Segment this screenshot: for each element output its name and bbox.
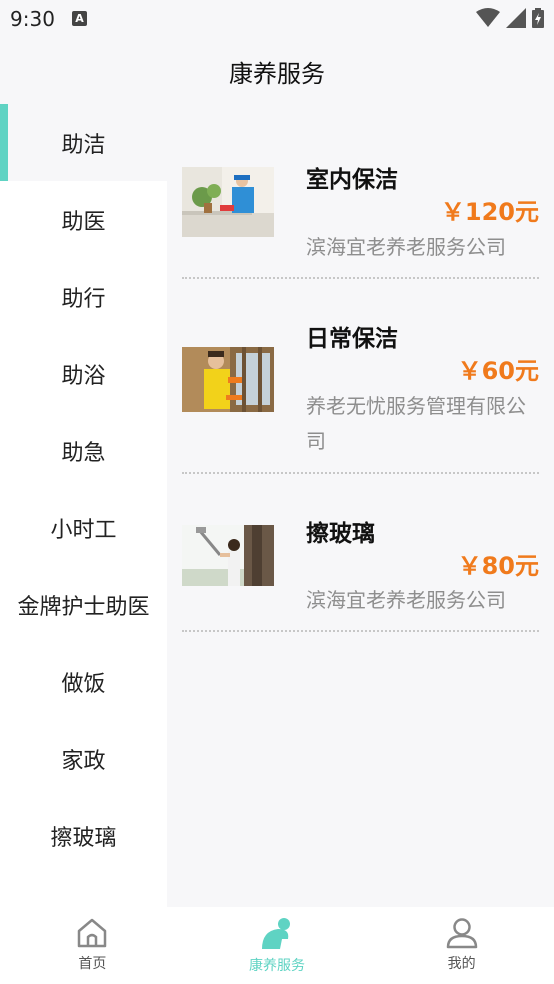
sidebar-item-label: 助浴 bbox=[61, 363, 106, 389]
bottom-tab-bar: 首页 康养服务 我的 bbox=[0, 907, 554, 984]
tab-service-label: 康养服务 bbox=[249, 958, 305, 974]
sidebar-item-window-cleaning[interactable]: 擦玻璃 bbox=[0, 797, 167, 874]
sidebar-item-zhujie[interactable]: 助洁 bbox=[0, 104, 167, 181]
sidebar-item-zhuyu[interactable]: 助浴 bbox=[0, 335, 167, 412]
sidebar-item-zhuji[interactable]: 助急 bbox=[0, 412, 167, 489]
notification-icon: A bbox=[72, 11, 87, 26]
tab-mine[interactable]: 我的 bbox=[369, 907, 554, 984]
status-bar: 9:30 A bbox=[0, 0, 554, 38]
status-time: 9:30 bbox=[10, 7, 55, 31]
service-price: ￥80元 bbox=[457, 552, 539, 580]
tab-home[interactable]: 首页 bbox=[0, 907, 185, 984]
home-icon bbox=[78, 918, 107, 948]
tab-home-label: 首页 bbox=[78, 956, 107, 972]
sidebar-item-label: 助洁 bbox=[61, 132, 106, 158]
service-thumbnail bbox=[182, 525, 274, 586]
sidebar-item-gold-nurse[interactable]: 金牌护士助医 bbox=[0, 566, 167, 643]
service-title: 日常保洁 bbox=[306, 326, 398, 352]
wifi-icon bbox=[476, 8, 500, 27]
status-icons bbox=[476, 8, 544, 28]
page-title: 康养服务 bbox=[229, 59, 325, 88]
service-price: ￥60元 bbox=[457, 357, 539, 385]
service-card[interactable]: 室内保洁 ￥120元 滨海宜老养老服务公司 bbox=[182, 156, 539, 279]
service-price: ￥120元 bbox=[440, 198, 539, 226]
sidebar-item-cooking[interactable]: 做饭 bbox=[0, 643, 167, 720]
sidebar-item-label: 助行 bbox=[61, 286, 106, 312]
service-list: 室内保洁 ￥120元 滨海宜老养老服务公司 日常保洁 ￥60元 养老无忧服务管理… bbox=[167, 104, 554, 907]
sidebar-item-hourly-worker[interactable]: 小时工 bbox=[0, 489, 167, 566]
service-icon bbox=[262, 918, 290, 949]
service-card[interactable]: 擦玻璃 ￥80元 滨海宜老养老服务公司 bbox=[182, 474, 539, 632]
sidebar-item-label: 小时工 bbox=[50, 517, 117, 543]
service-title: 擦玻璃 bbox=[306, 521, 375, 547]
tab-service[interactable]: 康养服务 bbox=[185, 907, 370, 984]
sidebar-item-label: 助医 bbox=[61, 209, 106, 235]
sidebar-item-zhuyi[interactable]: 助医 bbox=[0, 181, 167, 258]
sidebar-item-label: 做饭 bbox=[61, 671, 106, 697]
service-vendor: 滨海宜老养老服务公司 bbox=[306, 588, 506, 612]
service-thumbnail bbox=[182, 347, 274, 412]
sidebar-item-label: 金牌护士助医 bbox=[17, 594, 150, 620]
app-header: 康养服务 bbox=[0, 38, 554, 104]
signal-icon bbox=[506, 8, 526, 28]
service-vendor: 养老无忧服务管理有限公司 bbox=[306, 394, 526, 453]
service-card[interactable]: 日常保洁 ￥60元 养老无忧服务管理有限公司 bbox=[182, 279, 539, 474]
sidebar-item-label: 助急 bbox=[61, 440, 106, 466]
user-icon bbox=[446, 918, 477, 949]
service-thumbnail bbox=[182, 167, 274, 237]
battery-icon bbox=[532, 8, 544, 28]
service-title: 室内保洁 bbox=[306, 167, 398, 193]
sidebar-item-housekeeping[interactable]: 家政 bbox=[0, 720, 167, 797]
sidebar-item-label: 家政 bbox=[61, 748, 106, 774]
service-vendor: 滨海宜老养老服务公司 bbox=[306, 235, 506, 259]
sidebar-item-zhuxing[interactable]: 助行 bbox=[0, 258, 167, 335]
sidebar-item-label: 擦玻璃 bbox=[50, 825, 117, 851]
tab-mine-label: 我的 bbox=[447, 956, 476, 972]
category-sidebar: 助洁 助医 助行 助浴 助急 小时工 金牌护士助医 做饭 家政 擦玻璃 bbox=[0, 104, 167, 907]
